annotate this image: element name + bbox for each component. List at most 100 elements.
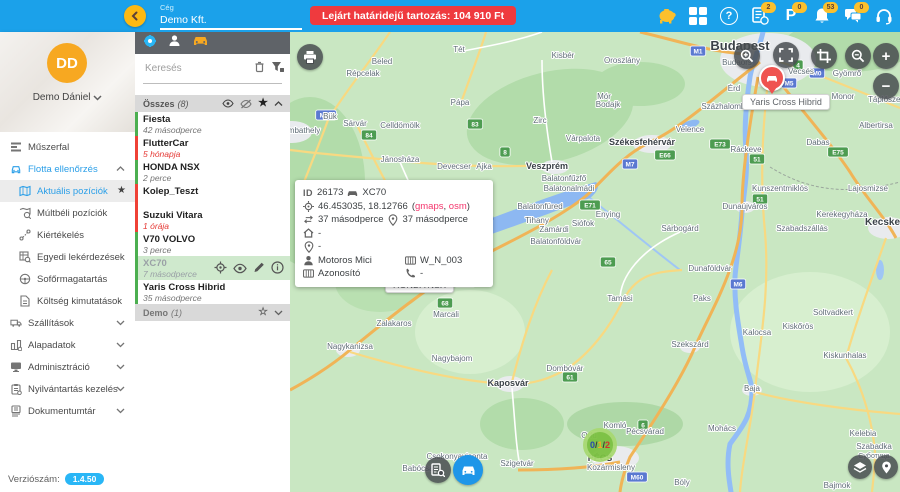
svg-text:Sárbogárd: Sárbogárd [661, 224, 698, 233]
sidebar-item-evaluation[interactable]: Kiértékelés [0, 224, 135, 246]
company-selector[interactable]: Cég Demo Kft. [160, 3, 302, 26]
sidebar-item-base-data[interactable]: Alapadatok [0, 334, 135, 356]
svg-text:Várpalota: Várpalota [566, 134, 601, 143]
map-area[interactable]: M86M1M0M5M7M6M608488347171E71E716865151E… [290, 32, 900, 492]
top-bar: Cég Demo Kft. Lejárt határidejű tartozás… [0, 0, 900, 32]
help-icon[interactable]: ? [718, 5, 740, 27]
version-badge[interactable]: 1.4.50 [65, 473, 105, 485]
layers-button[interactable] [848, 455, 872, 479]
vehicles-map-button[interactable] [453, 455, 483, 485]
fullscreen-button[interactable] [773, 42, 799, 68]
vehicle-row-kolep-teszt[interactable]: Kolep_Teszt [135, 184, 290, 209]
cluster-marker[interactable]: 0/1/2 [585, 430, 615, 460]
group-star-icon[interactable]: ★ [258, 98, 268, 109]
home-value: - [318, 228, 321, 239]
svg-text:M5: M5 [784, 81, 793, 88]
vehicle-row-xc70-selected[interactable]: XC70 7 másodperce [135, 256, 290, 281]
vehicle-row-fluttercar[interactable]: FlutterCar 5 hónapja [135, 136, 290, 161]
group-header-all[interactable]: Összes(8) ★ [135, 95, 290, 112]
sidebar-item-current-positions[interactable]: Aktuális pozíciók ★ [0, 180, 135, 202]
phone-icon [405, 268, 416, 279]
sidebar-item-fleet-monitoring[interactable]: Flotta ellenőrzés [0, 158, 135, 180]
sidebar-item-cost-reports[interactable]: Költség kimutatások [0, 290, 135, 312]
expand-group-icon[interactable] [274, 310, 283, 316]
notifications-bell-icon[interactable]: 53 [811, 5, 833, 27]
sidebar-item-driver-behavior[interactable]: Sofőrmagatartás [0, 268, 135, 290]
collapse-sidebar-button[interactable] [124, 5, 146, 27]
svg-text:61: 61 [566, 375, 574, 382]
hub-mode-icon[interactable] [143, 34, 157, 53]
svg-text:M60: M60 [631, 475, 644, 482]
reports-button[interactable] [425, 457, 451, 483]
vehicle-row-yaris-cross-hibrid[interactable]: Yaris Cross Hibrid 35 másodperce [135, 280, 290, 305]
steering-wheel-icon [19, 273, 31, 285]
vehicles-mode-icon[interactable] [192, 34, 209, 52]
svg-text:51: 51 [753, 157, 761, 164]
svg-text:Zamárdi: Zamárdi [539, 225, 569, 234]
messages-icon[interactable]: 0 [842, 5, 864, 27]
center-on-map-icon[interactable] [214, 261, 227, 274]
svg-text:Dunaföldvár: Dunaföldvár [688, 264, 731, 273]
vehicle-marker-yaris[interactable] [759, 65, 785, 91]
zoom-area-out-button[interactable] [845, 43, 871, 69]
svg-text:Oroszlány: Oroszlány [604, 56, 640, 65]
car-front-icon [460, 464, 477, 477]
vehicle-row-honda-nsx[interactable]: HONDA NSX 2 perce [135, 160, 290, 185]
osm-link[interactable]: osm [449, 201, 467, 212]
sidebar-item-shipments[interactable]: Szállítások [0, 312, 135, 334]
filter-icon[interactable] [271, 60, 284, 78]
user-menu[interactable]: Demo Dániel [0, 92, 135, 103]
parking-icon[interactable]: P 0 [780, 5, 802, 27]
table-search-icon [19, 251, 31, 263]
gmaps-link[interactable]: gmaps [415, 201, 444, 212]
search-input[interactable] [143, 62, 247, 75]
collapse-group-icon[interactable] [274, 101, 283, 107]
car-icon [347, 188, 358, 198]
avatar[interactable]: DD [47, 43, 87, 83]
sidebar-item-document-library[interactable]: Dokumentumtár [0, 400, 135, 422]
svg-text:Kelebia: Kelebia [850, 429, 877, 438]
sidebar-item-past-positions[interactable]: Múltbéli pozíciók [0, 202, 135, 224]
sidebar-item-dashboard[interactable]: Műszerfal [0, 136, 135, 158]
clear-search-icon[interactable] [254, 60, 265, 78]
sidebar-item-custom-queries[interactable]: Egyedi lekérdezések [0, 246, 135, 268]
svg-text:Kiskőrös: Kiskőrös [783, 322, 814, 331]
overdue-debt-alert[interactable]: Lejárt határidejű tartozás: 104 910 Ft [310, 6, 516, 25]
info-icon[interactable] [271, 261, 284, 274]
svg-text:Szigetvár: Szigetvár [500, 459, 534, 468]
zoom-out-button[interactable]: − [873, 73, 899, 99]
magnifier-plus-icon [740, 49, 754, 63]
print-button[interactable] [297, 44, 323, 70]
visibility-eye-icon[interactable] [233, 262, 247, 275]
group-star-outline-icon[interactable]: ☆ [258, 307, 268, 318]
apps-grid-icon[interactable] [687, 5, 709, 27]
sidebar-item-registry-management[interactable]: Nyilvántartás kezelés [0, 378, 135, 400]
search-row [135, 54, 290, 88]
zoom-in-button[interactable]: + [873, 43, 899, 69]
dashboard-icon [10, 141, 22, 153]
show-all-eye-icon[interactable] [222, 99, 234, 108]
drivers-mode-icon[interactable] [168, 34, 181, 52]
vehicle-row-suzuki-vitara[interactable]: Suzuki Vitara 1 órája [135, 208, 290, 233]
svg-text:Bóly: Bóly [674, 478, 690, 487]
id-icon: ID [303, 188, 313, 198]
crop-button[interactable] [811, 43, 837, 69]
favorite-star-icon[interactable]: ★ [117, 185, 126, 196]
plate-icon [405, 256, 416, 265]
vehicle-row-v70-volvo[interactable]: V70 VOLVO 3 perce [135, 232, 290, 257]
poi-button[interactable] [874, 455, 898, 479]
svg-text:Pápa: Pápa [451, 98, 470, 107]
fullscreen-icon [779, 48, 793, 62]
document-sync-icon[interactable]: 2 [749, 5, 771, 27]
hide-all-eye-off-icon[interactable] [240, 99, 252, 109]
messages-badge: 0 [854, 2, 869, 13]
edit-pencil-icon[interactable] [253, 261, 265, 274]
group-header-demo[interactable]: Demo(1) ☆ [135, 304, 290, 321]
svg-text:0/1/2: 0/1/2 [590, 440, 610, 450]
company-value: Demo Kft. [160, 14, 302, 26]
vehicle-row-fiesta[interactable]: Fiesta 42 másodperce [135, 112, 290, 137]
support-headset-icon[interactable] [873, 5, 895, 27]
zoom-area-in-button[interactable] [734, 43, 760, 69]
piggy-bank-icon[interactable] [656, 5, 678, 27]
sidebar-item-administration[interactable]: Adminisztráció [0, 356, 135, 378]
